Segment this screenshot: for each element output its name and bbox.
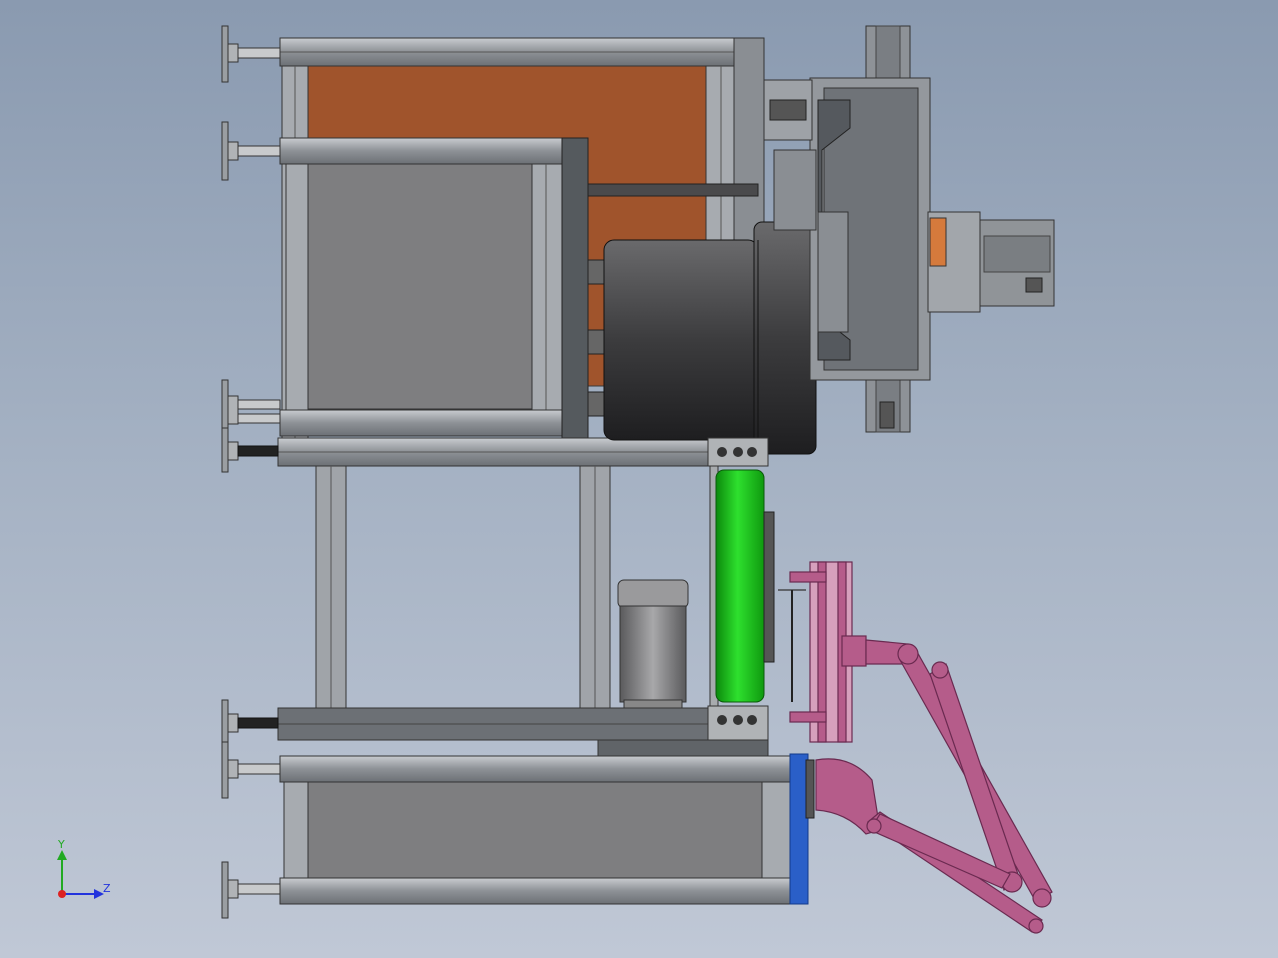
foot-1 bbox=[221, 25, 281, 83]
y-axis-arrow bbox=[57, 850, 67, 860]
bottom-bottom-rail bbox=[279, 877, 793, 905]
green-roller bbox=[715, 469, 765, 703]
foot-2 bbox=[221, 121, 281, 181]
inner-right-post bbox=[531, 163, 563, 411]
y-axis-label: Y bbox=[57, 838, 65, 851]
foot-4 bbox=[221, 427, 279, 473]
bottom-frame bbox=[279, 753, 815, 905]
shaft-rod bbox=[587, 183, 759, 197]
motor-flange bbox=[753, 221, 817, 455]
bottom-left-post bbox=[283, 781, 309, 879]
inner-top-rail bbox=[279, 137, 571, 165]
base-plate bbox=[597, 739, 769, 757]
lower-stand bbox=[277, 465, 769, 757]
x-axis-dot bbox=[58, 890, 66, 898]
orange-coupling bbox=[929, 217, 947, 267]
vertical-plate bbox=[561, 137, 589, 439]
inner-left-post bbox=[285, 163, 309, 411]
foot-3 bbox=[221, 379, 281, 437]
bottom-top-rail bbox=[279, 755, 793, 783]
z-axis-label: Z bbox=[103, 882, 111, 895]
bottom-grey-panel bbox=[307, 781, 769, 879]
cad-viewport[interactable]: Y Z bbox=[0, 0, 1278, 958]
motor-body bbox=[603, 239, 759, 441]
roller-assembly bbox=[707, 437, 775, 741]
stepper-motor bbox=[617, 579, 689, 709]
bottom-right-post bbox=[761, 781, 793, 879]
end-plate-top bbox=[733, 37, 765, 249]
cad-model-view[interactable]: Y Z bbox=[0, 0, 1278, 958]
leveling-feet bbox=[221, 25, 281, 919]
blue-end-plate bbox=[789, 753, 809, 905]
foot-5 bbox=[221, 699, 279, 745]
grey-panel bbox=[307, 163, 539, 410]
inner-bottom-rail bbox=[279, 409, 571, 437]
axis-triad: Y Z bbox=[57, 838, 111, 899]
bracket-mid bbox=[773, 149, 817, 231]
spindle-motor bbox=[587, 221, 817, 455]
pink-linkage bbox=[778, 561, 1053, 934]
foot-7 bbox=[221, 861, 281, 919]
foot-6 bbox=[221, 741, 281, 799]
